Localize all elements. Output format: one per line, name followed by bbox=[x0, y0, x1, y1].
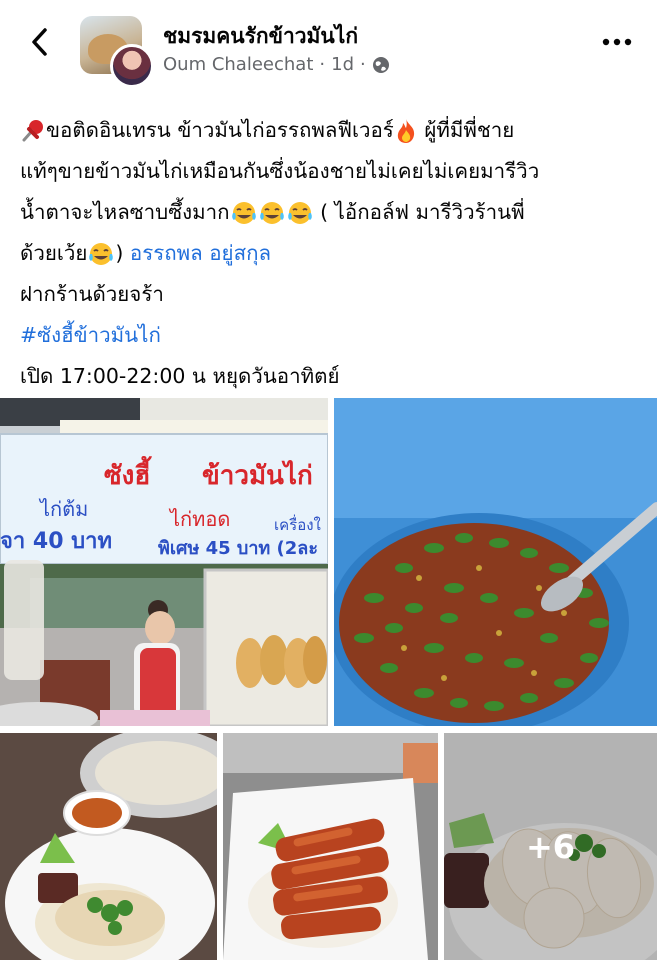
more-photos-overlay[interactable]: +6 bbox=[444, 733, 657, 960]
mention-link[interactable]: อรรถพล อยู่สกุล bbox=[130, 241, 271, 265]
post-line-2: แท้ๆขายข้าวมันไก่เหมือนกันซึ่งน้องชายไม่… bbox=[20, 159, 540, 183]
meta-separator-2: · bbox=[360, 54, 366, 75]
sauce-image bbox=[334, 398, 657, 726]
post-line-1: ขอติดอินเทรน ข้าวมันไก่อรรถพลฟีเวอร์ ผู้… bbox=[20, 110, 640, 151]
post-text: ขอติดอินเทรน ข้าวมันไก่อรรถพลฟีเวอร์ ผู้… bbox=[20, 110, 640, 397]
sign-item-1: ไก่ต้ม bbox=[38, 497, 88, 521]
photo-sauce[interactable] bbox=[334, 398, 657, 726]
back-button[interactable] bbox=[22, 24, 58, 60]
chevron-left-icon bbox=[32, 28, 47, 56]
post-time[interactable]: 1d bbox=[331, 54, 354, 75]
sign-item-3: เครื่องใ bbox=[274, 514, 321, 534]
group-name[interactable]: ชมรมคนรักข้าวมันไก่ bbox=[163, 20, 358, 53]
post-line-5: ฝากร้านด้วยจร้า bbox=[20, 282, 164, 306]
globe-icon bbox=[372, 56, 389, 73]
photo-stall[interactable]: ซังฮี้ ข้าวมันไก่ ไก่ต้ม ไก่ทอด เครื่องใ… bbox=[0, 398, 328, 726]
boiled-chicken-image bbox=[0, 733, 217, 960]
opening-hours: เปิด 17:00-22:00 น หยุดวันอาทิตย์ bbox=[20, 364, 340, 388]
meta-separator: · bbox=[319, 54, 326, 75]
author-name[interactable]: Oum Chaleechat bbox=[163, 54, 313, 75]
photo-more[interactable]: +6 bbox=[444, 733, 657, 960]
tears-of-joy-icon bbox=[231, 202, 256, 224]
sign-price-2: พิเศษ 45 บาท (2ละ bbox=[158, 538, 318, 559]
pushpin-icon bbox=[22, 120, 43, 142]
group-avatar[interactable] bbox=[80, 16, 154, 88]
post-line-4: ด้วยเว้ย ) อรรถพล อยู่สกุล bbox=[20, 241, 272, 265]
more-options-button[interactable] bbox=[599, 30, 635, 54]
photo-fried-chicken[interactable] bbox=[223, 733, 438, 960]
post-meta: Oum Chaleechat · 1d · bbox=[163, 54, 390, 75]
stall-image: ซังฮี้ ข้าวมันไก่ ไก่ต้ม ไก่ทอด เครื่องใ… bbox=[0, 398, 328, 726]
tears-of-joy-icon bbox=[259, 202, 284, 224]
fire-icon bbox=[397, 119, 414, 143]
hashtag-link[interactable]: #ซังฮี้ข้าวมันไก่ bbox=[20, 315, 640, 356]
sign-title-left: ซังฮี้ bbox=[104, 455, 153, 491]
more-photos-count: +6 bbox=[525, 827, 576, 866]
post-line-3: น้ำตาจะไหลซาบซึ้งมาก ( ไอ้กอล์ฟ มารีวิวร… bbox=[20, 200, 525, 224]
more-dots-icon bbox=[602, 38, 632, 46]
sign-price-1: จา 40 บาท bbox=[0, 529, 112, 554]
fried-chicken-image bbox=[223, 733, 438, 960]
sign-item-2: ไก่ทอด bbox=[168, 507, 230, 531]
post-header: ชมรมคนรักข้าวมันไก่ Oum Chaleechat · 1d … bbox=[0, 0, 657, 90]
author-avatar[interactable] bbox=[110, 44, 154, 88]
tears-of-joy-icon bbox=[89, 243, 114, 265]
sign-title-right: ข้าวมันไก่ bbox=[202, 459, 313, 491]
tears-of-joy-icon bbox=[287, 202, 312, 224]
photo-boiled-chicken[interactable] bbox=[0, 733, 217, 960]
